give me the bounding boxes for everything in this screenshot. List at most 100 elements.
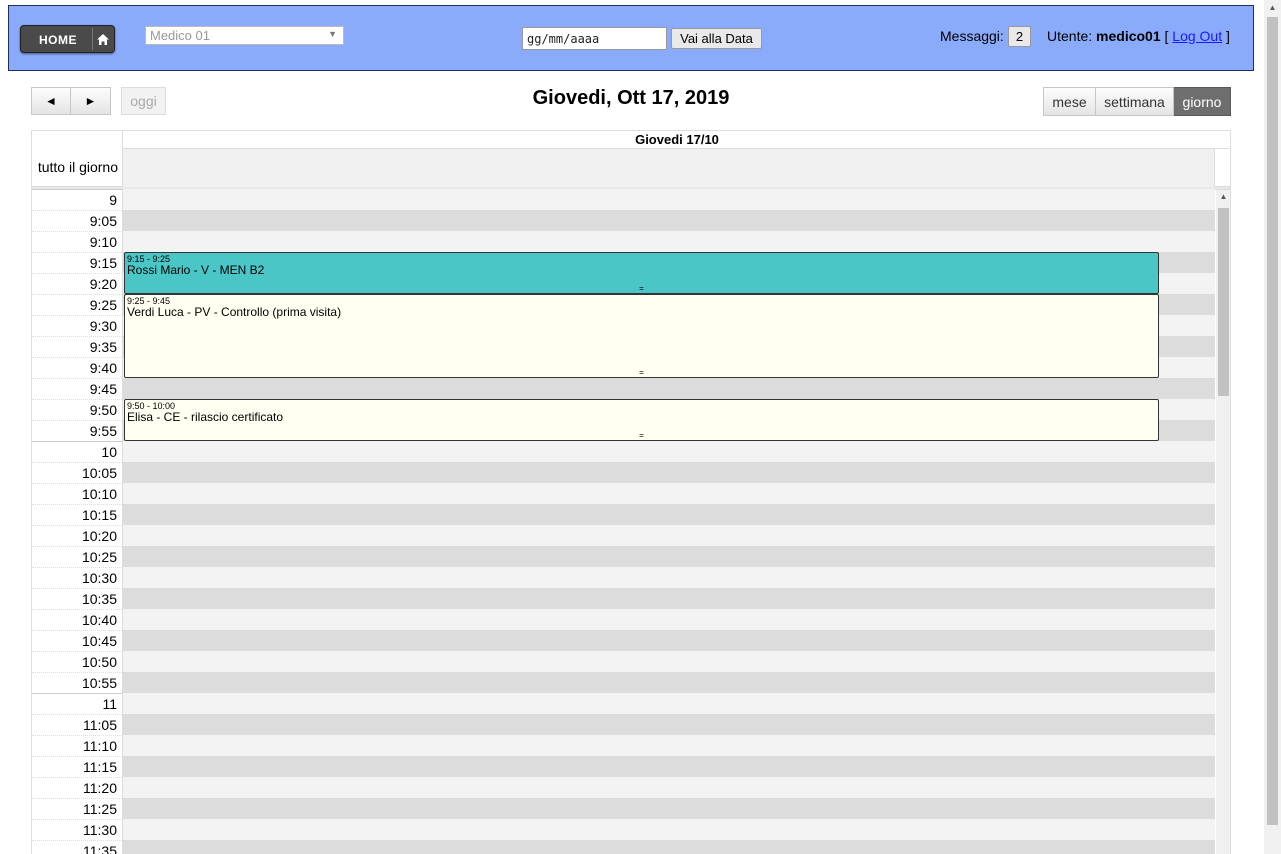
slot-cell[interactable]	[122, 231, 1215, 252]
day-header: Giovedi 17/10	[122, 131, 1230, 149]
logout-link[interactable]: Log Out	[1172, 28, 1222, 44]
scroll-thumb[interactable]	[1218, 208, 1229, 396]
date-input[interactable]: gg/mm/aaaa	[522, 27, 667, 50]
time-slot: 10:25	[32, 546, 1215, 567]
logout-bracket-close: ]	[1226, 28, 1230, 44]
time-label: 10:10	[32, 483, 122, 504]
time-slot: 11:30	[32, 819, 1215, 840]
time-slot: 9:10	[32, 231, 1215, 252]
slot-cell[interactable]	[122, 840, 1215, 854]
slot-cell[interactable]	[122, 651, 1215, 672]
slot-cell[interactable]	[122, 504, 1215, 525]
time-label: 10:35	[32, 588, 122, 609]
slot-cell[interactable]	[122, 798, 1215, 819]
slot-cell[interactable]	[122, 462, 1215, 483]
time-label: 9:10	[32, 231, 122, 252]
view-week-button[interactable]: settimana	[1096, 87, 1174, 116]
event-title: Elisa - CE - rilascio certificato	[127, 410, 284, 424]
calendar-event[interactable]: 9:25 - 9:45 Verdi Luca - PV - Controllo (…	[124, 294, 1159, 378]
slot-cell[interactable]	[122, 735, 1215, 756]
time-label: 10:05	[32, 462, 122, 483]
home-button[interactable]: HOME	[20, 25, 115, 53]
event-title: Verdi Luca - PV - Controllo (prima visit…	[127, 305, 342, 319]
time-slot: 10:10	[32, 483, 1215, 504]
slot-cell[interactable]	[122, 567, 1215, 588]
slot-cell[interactable]	[122, 777, 1215, 798]
calendar-event[interactable]: 9:50 - 10:00 Elisa - CE - rilascio certif…	[124, 399, 1159, 441]
scroll-up-icon[interactable]: ▲	[1216, 192, 1230, 206]
view-month-button[interactable]: mese	[1043, 87, 1096, 116]
time-label: 10:45	[32, 630, 122, 651]
slot-cell[interactable]	[122, 441, 1215, 462]
time-label: 10:30	[32, 567, 122, 588]
time-slot: 9:05	[32, 210, 1215, 231]
all-day-label: tutto il giorno	[37, 159, 118, 175]
slot-cell[interactable]	[122, 189, 1215, 210]
resize-handle-icon[interactable]: =	[125, 285, 1158, 293]
time-slot: 11:35	[32, 840, 1215, 854]
view-day-button[interactable]: giorno	[1174, 87, 1231, 116]
time-label: 11:20	[32, 777, 122, 798]
time-label: 9:40	[32, 357, 122, 378]
home-label: HOME	[39, 33, 77, 47]
time-slot: 11:15	[32, 756, 1215, 777]
all-day-cell[interactable]	[122, 149, 1215, 187]
slot-cell[interactable]	[122, 630, 1215, 651]
slot-cell[interactable]	[122, 378, 1215, 399]
doctor-select[interactable]: Medico 01 ▼	[145, 26, 344, 45]
time-label: 10:40	[32, 609, 122, 630]
time-slot: 11:25	[32, 798, 1215, 819]
time-label: 11:35	[32, 840, 122, 854]
scroll-up-icon[interactable]: ▲	[1264, 3, 1281, 12]
time-label: 10:20	[32, 525, 122, 546]
slot-cell[interactable]	[122, 819, 1215, 840]
resize-handle-icon[interactable]: =	[125, 369, 1158, 377]
time-label: 10:15	[32, 504, 122, 525]
slot-cell[interactable]	[122, 525, 1215, 546]
time-slot: 10:40	[32, 609, 1215, 630]
time-slot: 10:20	[32, 525, 1215, 546]
time-slot: 9	[32, 189, 1215, 210]
goto-date-button[interactable]: Vai alla Data	[671, 28, 762, 49]
slot-cell[interactable]	[122, 609, 1215, 630]
slot-cell[interactable]	[122, 588, 1215, 609]
calendar-event[interactable]: 9:15 - 9:25 Rossi Mario - V - MEN B2 =	[124, 252, 1159, 294]
top-bar: HOME Medico 01 ▼ gg/mm/aaaa Vai alla Dat…	[8, 5, 1254, 71]
messages-count-button[interactable]: 2	[1008, 26, 1031, 47]
time-slot: 11:10	[32, 735, 1215, 756]
time-label: 10:25	[32, 546, 122, 567]
home-icon	[92, 28, 112, 50]
time-slot: 11:20	[32, 777, 1215, 798]
username: medico01	[1096, 28, 1161, 44]
grid-scrollbar[interactable]: ▲	[1216, 190, 1230, 854]
slot-cell[interactable]	[122, 546, 1215, 567]
time-slot: 10:50	[32, 651, 1215, 672]
slot-cell[interactable]	[122, 672, 1215, 693]
page-scroll-thumb[interactable]	[1267, 17, 1278, 825]
time-label: 11:10	[32, 735, 122, 756]
slot-cell[interactable]	[122, 483, 1215, 504]
time-label: 11:25	[32, 798, 122, 819]
time-slot: 10:45	[32, 630, 1215, 651]
slot-cell[interactable]	[122, 714, 1215, 735]
slot-cell[interactable]	[122, 693, 1215, 714]
doctor-select-value: Medico 01	[150, 28, 210, 43]
messages-label: Messaggi:	[940, 28, 1004, 44]
time-label: 9:30	[32, 315, 122, 336]
time-slot: 11	[32, 693, 1215, 714]
time-label: 9:50	[32, 399, 122, 420]
time-slot: 11:05	[32, 714, 1215, 735]
user-label: Utente:	[1047, 28, 1093, 44]
time-label: 11:15	[32, 756, 122, 777]
resize-handle-icon[interactable]: =	[125, 432, 1158, 440]
page-scrollbar[interactable]: ▲	[1264, 0, 1281, 854]
logout-bracket-open: [	[1164, 28, 1169, 44]
slot-cell[interactable]	[122, 210, 1215, 231]
time-label: 11:05	[32, 714, 122, 735]
user-info: Utente: medico01 [ Log Out ]	[1047, 28, 1230, 44]
time-slot: 10:30	[32, 567, 1215, 588]
time-label: 10	[32, 441, 122, 462]
slot-cell[interactable]	[122, 756, 1215, 777]
time-label: 9:20	[32, 273, 122, 294]
time-slot: 9:45	[32, 378, 1215, 399]
